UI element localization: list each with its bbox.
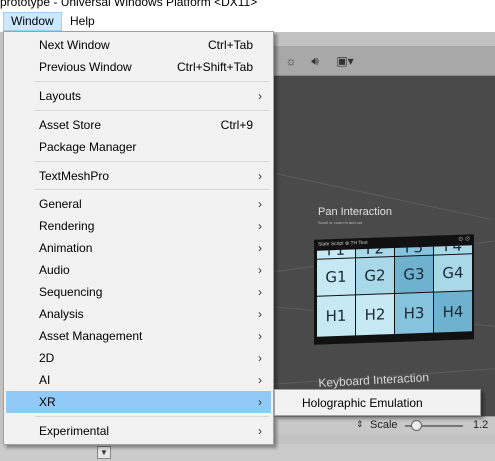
app-root: prototype - Universal Windows Platform <… [0, 0, 495, 461]
pan-interaction-label: Pan Interaction [318, 206, 392, 218]
grid-cell: H4 [434, 291, 472, 333]
scale-slider-thumb[interactable] [411, 420, 422, 431]
menu-separator [35, 161, 269, 162]
chevron-down-icon[interactable]: ▼ [97, 446, 111, 459]
chevron-right-icon: › [258, 169, 262, 183]
menu-item-textmeshpro[interactable]: TextMeshPro › [6, 165, 271, 187]
menu-item-label: Audio [39, 263, 70, 277]
chevron-right-icon: › [258, 263, 262, 277]
menu-item-previous-window[interactable]: Previous Window Ctrl+Shift+Tab [6, 56, 271, 78]
menu-item-2d[interactable]: 2D › [6, 347, 271, 369]
stepper-arrows-icon[interactable]: ⇕ [356, 419, 364, 430]
menu-item-xr[interactable]: XR › [6, 391, 271, 413]
menu-item-label: AI [39, 373, 51, 387]
menu-item-experimental[interactable]: Experimental › [6, 420, 271, 442]
chevron-right-icon: › [258, 373, 262, 387]
grid-cell: G3 [395, 255, 433, 293]
sound-icon[interactable]: 🔊︎ [304, 51, 326, 71]
grid-cell: H2 [356, 294, 394, 336]
menu-item-label: Animation [39, 241, 93, 255]
menu-item-label: Sequencing [39, 285, 103, 299]
xr-submenu: Holographic Emulation [274, 389, 481, 416]
menu-item-label: Layouts [39, 89, 82, 103]
menu-separator [35, 416, 269, 417]
chevron-right-icon: › [258, 89, 262, 103]
menu-separator [35, 81, 269, 82]
grid-cell: F3 [395, 246, 433, 256]
menu-item-asset-management[interactable]: Asset Management › [6, 325, 271, 347]
menu-item-label: Asset Management [39, 329, 143, 343]
menu-item-shortcut: Ctrl+9 [220, 118, 253, 132]
menu-item-label: TextMeshPro [39, 169, 110, 183]
grid-cell: F4 [434, 245, 472, 255]
window-title-bar: prototype - Universal Windows Platform <… [0, 0, 495, 10]
menu-item-holographic-emulation[interactable]: Holographic Emulation [277, 392, 478, 414]
menu-item-next-window[interactable]: Next Window Ctrl+Tab [6, 34, 271, 56]
menu-item-shortcut: Ctrl+Tab [207, 38, 253, 52]
menu-window[interactable]: Window [3, 12, 62, 31]
menu-item-label: Asset Store [39, 118, 102, 132]
menu-item-rendering[interactable]: Rendering › [6, 215, 271, 237]
menu-item-label: Rendering [39, 219, 95, 233]
menu-separator [35, 189, 269, 190]
slate-panel[interactable]: Slate Script ⊕ TH Text ⊙ ⊙ F1 F2 F3 F4 G… [314, 234, 474, 345]
bottom-panel-strip [0, 444, 495, 461]
menu-item-audio[interactable]: Audio › [6, 259, 271, 281]
chevron-right-icon: › [258, 395, 262, 409]
chevron-right-icon: › [258, 424, 262, 438]
menu-item-shortcut: Ctrl+Shift+Tab [176, 60, 253, 74]
chevron-right-icon: › [258, 197, 262, 211]
menu-item-label: Experimental [39, 424, 110, 438]
grid-cell: G1 [317, 258, 355, 296]
panel-title: Slate Script ⊕ TH Text [318, 239, 368, 248]
chevron-right-icon: › [258, 219, 262, 233]
grid-cell: F1 [317, 249, 355, 259]
menu-item-label: Holographic Emulation [302, 396, 423, 410]
pan-interaction-sublabel: Scroll or zoom in and out [318, 220, 363, 225]
image-icon[interactable]: ▣▾ [330, 51, 360, 71]
grid-cell: G4 [434, 254, 472, 292]
chevron-right-icon: › [258, 285, 262, 299]
menu-help[interactable]: Help [62, 12, 103, 31]
scale-value: 1.2 [473, 419, 489, 431]
grid-cell: F2 [356, 248, 394, 258]
panel-icons: ⊙ ⊙ [458, 236, 470, 243]
scene-toolbar: ☼ 🔊︎ ▣▾ [272, 46, 495, 76]
scale-label: Scale [370, 419, 398, 431]
chevron-right-icon: › [258, 307, 262, 321]
menu-item-package-manager[interactable]: Package Manager [6, 136, 271, 158]
menu-item-label: XR [39, 395, 56, 409]
menu-item-layouts[interactable]: Layouts › [6, 85, 271, 107]
chevron-right-icon: › [258, 329, 262, 343]
menu-separator [35, 110, 269, 111]
menu-item-asset-store[interactable]: Asset Store Ctrl+9 [6, 114, 271, 136]
scale-bar: ⇕ Scale 1.2 [272, 416, 495, 434]
menu-item-ai[interactable]: AI › [6, 369, 271, 391]
menu-item-animation[interactable]: Animation › [6, 237, 271, 259]
chevron-right-icon: › [258, 351, 262, 365]
menu-item-analysis[interactable]: Analysis › [6, 303, 271, 325]
menu-item-label: General [39, 197, 82, 211]
menu-item-label: Package Manager [39, 140, 137, 154]
chevron-down-icon: ▾ [347, 54, 354, 68]
grid-cell: H3 [395, 292, 433, 334]
menu-item-label: Analysis [39, 307, 84, 321]
menu-item-sequencing[interactable]: Sequencing › [6, 281, 271, 303]
menu-item-label: Previous Window [39, 60, 132, 74]
menu-item-label: Next Window [39, 38, 110, 52]
menu-bar: Window Help [0, 10, 495, 32]
window-title: prototype - Universal Windows Platform <… [0, 0, 258, 9]
grid-cell: H1 [317, 295, 355, 337]
sun-icon[interactable]: ☼ [280, 51, 302, 71]
menu-item-label: 2D [39, 351, 55, 365]
chevron-right-icon: › [258, 241, 262, 255]
grid-cell: G2 [356, 257, 394, 295]
window-menu: Next Window Ctrl+Tab Previous Window Ctr… [3, 31, 274, 445]
menu-item-general[interactable]: General › [6, 193, 271, 215]
